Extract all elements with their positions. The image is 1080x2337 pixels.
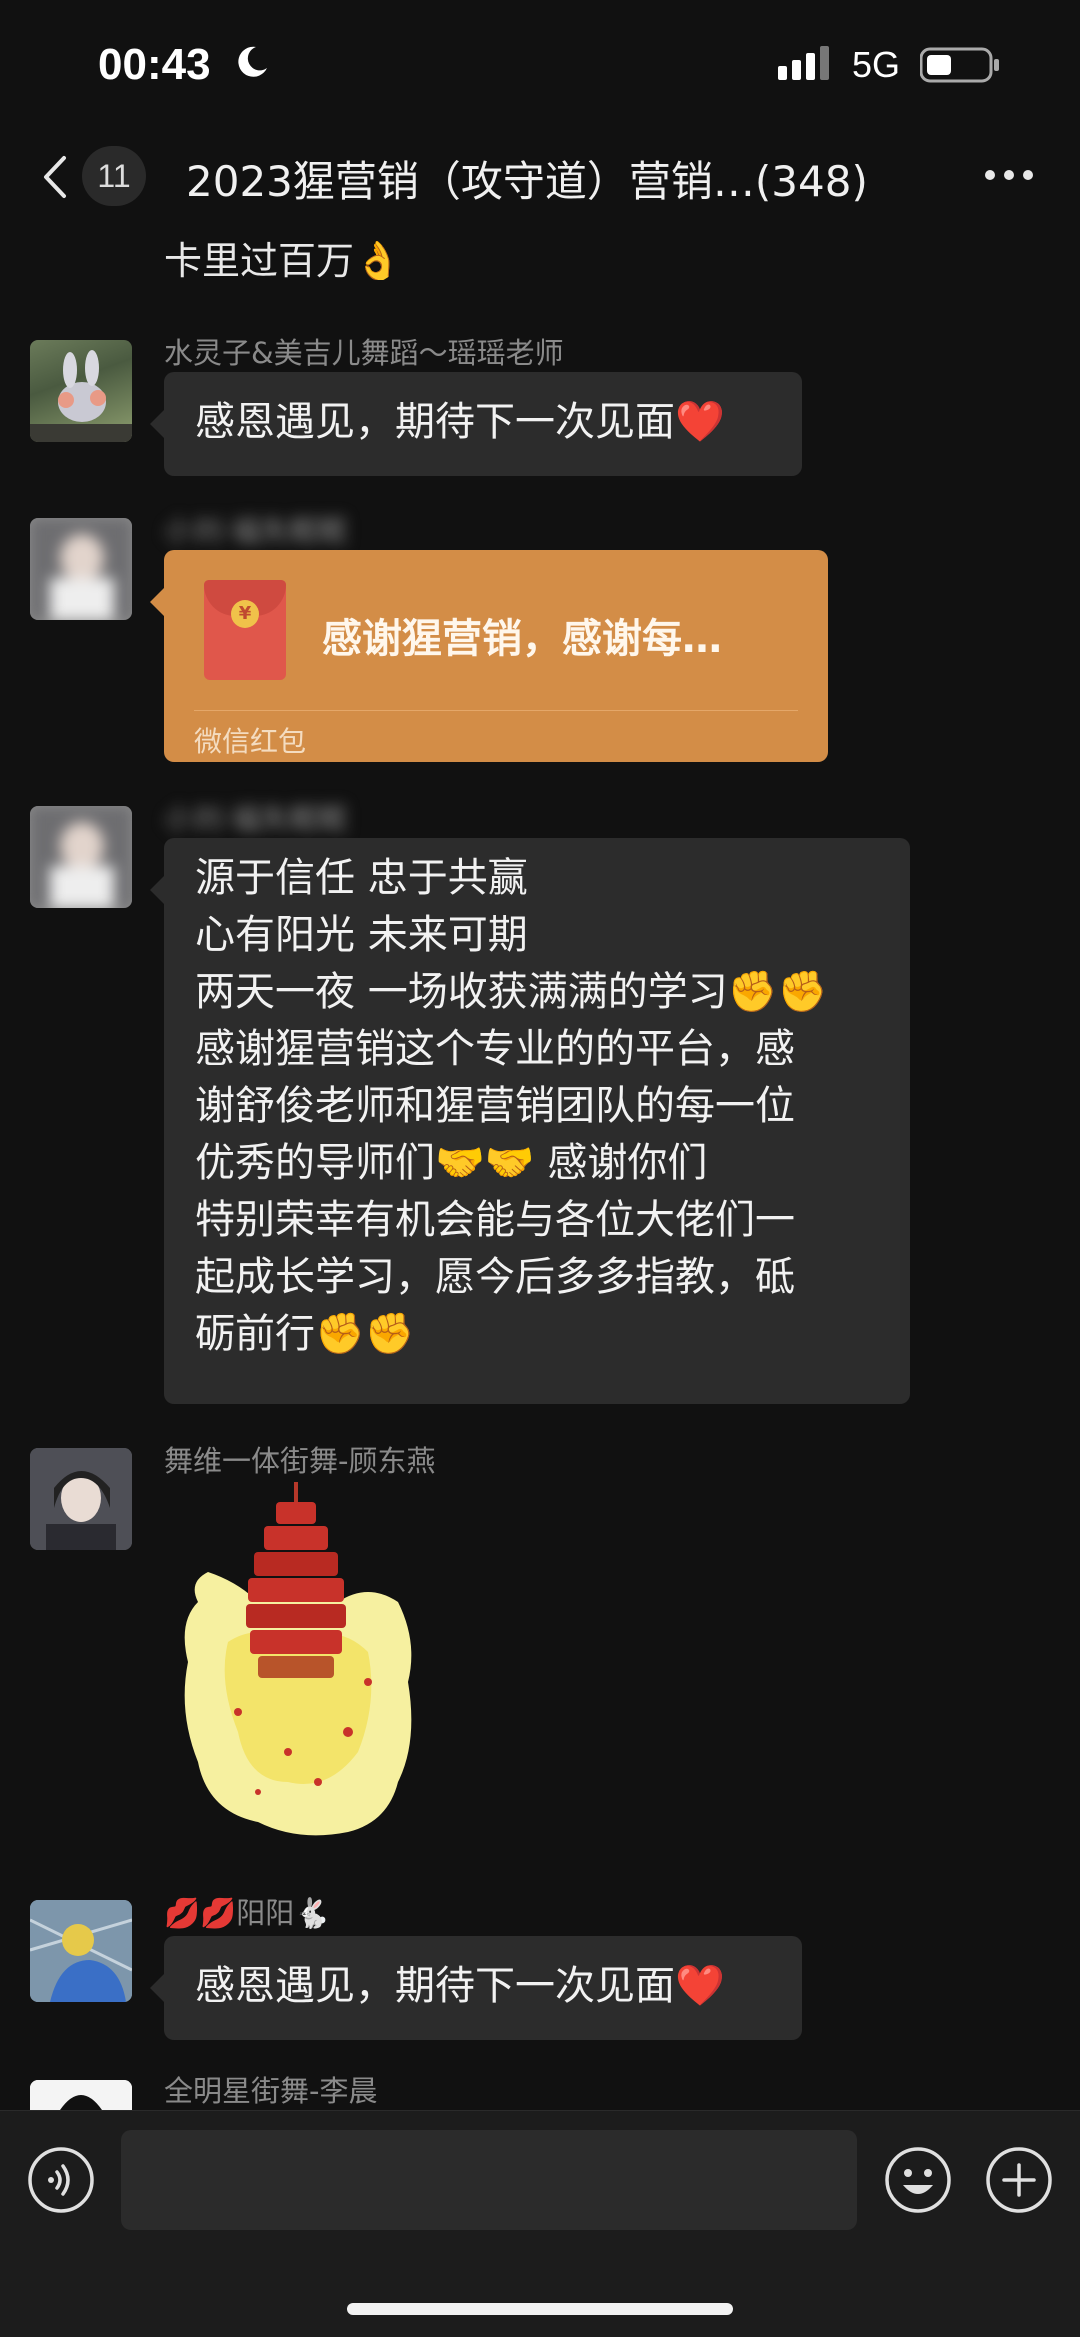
status-time: 00:43 [98,40,211,89]
message-text: 感恩遇见，期待下一次见面❤️ [195,399,725,445]
message-text-line: 源于信任 忠于共赢 [195,855,528,901]
message-text-line: 砺前行✊✊ [195,1311,415,1357]
rabbit-avatar-icon [30,350,132,442]
person-avatar-icon [30,1448,132,1550]
sender-name: 水灵子&美吉儿舞蹈～瑶瑶老师 [164,336,564,370]
red-packet-title: 感谢猩营销，感谢每… [322,616,722,662]
message-text-line: 感谢猩营销这个专业的的平台，感 [195,1026,795,1072]
red-envelope-icon: ¥ [204,580,286,680]
red-packet-label: 微信红包 [194,725,307,758]
more-icon[interactable] [984,160,1034,190]
message-text-line: 两天一夜 一场收获满满的学习✊✊ [195,969,828,1015]
message-text-line: 谢舒俊老师和猩营销团队的每一位 [195,1083,795,1129]
plus-icon[interactable] [984,2145,1054,2215]
red-packet-card[interactable]: ¥ 感谢猩营销，感谢每… 微信红包 [150,550,828,762]
divider [194,710,798,711]
person-avatar-icon [30,2080,132,2110]
message-text-line: 优秀的导师们🤝🤝 感谢你们 [195,1140,708,1186]
message-list[interactable]: 卡里过百万👌 水灵子&美吉儿舞蹈～瑶瑶老师 感恩遇见，期待下一次见面❤️ 小刘·… [0,230,1080,2110]
chat-title: 2023猩营销（攻守道）营销…(348) [186,157,868,206]
message-text-line: 起成长学习，愿今后多多指教，砥 [195,1254,795,1300]
avatar[interactable] [30,340,132,442]
avatar[interactable] [30,2080,132,2110]
network-type: 5G [852,44,901,85]
person-avatar-icon [30,1900,132,2002]
battery-icon [920,47,999,83]
sender-name: 💋💋阳阳🐇 [164,1896,331,1930]
back-icon[interactable] [36,152,76,202]
partial-message: 卡里过百万👌 [164,230,424,280]
sender-name: 小刘·福失眠眠 [164,514,348,548]
unread-badge[interactable]: 11 [82,146,146,206]
avatar[interactable] [30,806,132,908]
message-text: 感恩遇见，期待下一次见面❤️ [195,1963,725,2009]
person-avatar-icon [30,518,132,620]
firecracker-sticker[interactable] [168,1482,428,1862]
home-indicator[interactable] [347,2303,733,2315]
avatar[interactable] [30,1900,132,2002]
avatar[interactable] [30,1448,132,1550]
moon-icon [238,46,267,77]
message-bubble[interactable]: 感恩遇见，期待下一次见面❤️ [150,1936,802,2040]
message-text-line: 心有阳光 未来可期 [195,912,528,958]
partial-message-text: 卡里过百万👌 [164,230,414,280]
avatar[interactable] [30,518,132,620]
message-bubble[interactable]: 感恩遇见，期待下一次见面❤️ [150,372,802,476]
emoji-icon[interactable] [883,2145,953,2215]
sender-name: 全明星街舞-李晨 [164,2074,378,2108]
person-avatar-icon [30,806,132,908]
message-bubble[interactable]: 源于信任 忠于共赢 心有阳光 未来可期 两天一夜 一场收获满满的学习✊✊ 感谢猩… [150,838,910,1404]
message-text-line: 特别荣幸有机会能与各位大佬们一 [195,1197,795,1243]
voice-icon[interactable] [26,2145,96,2215]
signal-icon [778,46,829,80]
sender-name: 小刘·福失眠眠 [164,802,348,836]
sender-name: 舞维一体街舞-顾东燕 [164,1444,436,1478]
message-input[interactable] [121,2130,857,2230]
